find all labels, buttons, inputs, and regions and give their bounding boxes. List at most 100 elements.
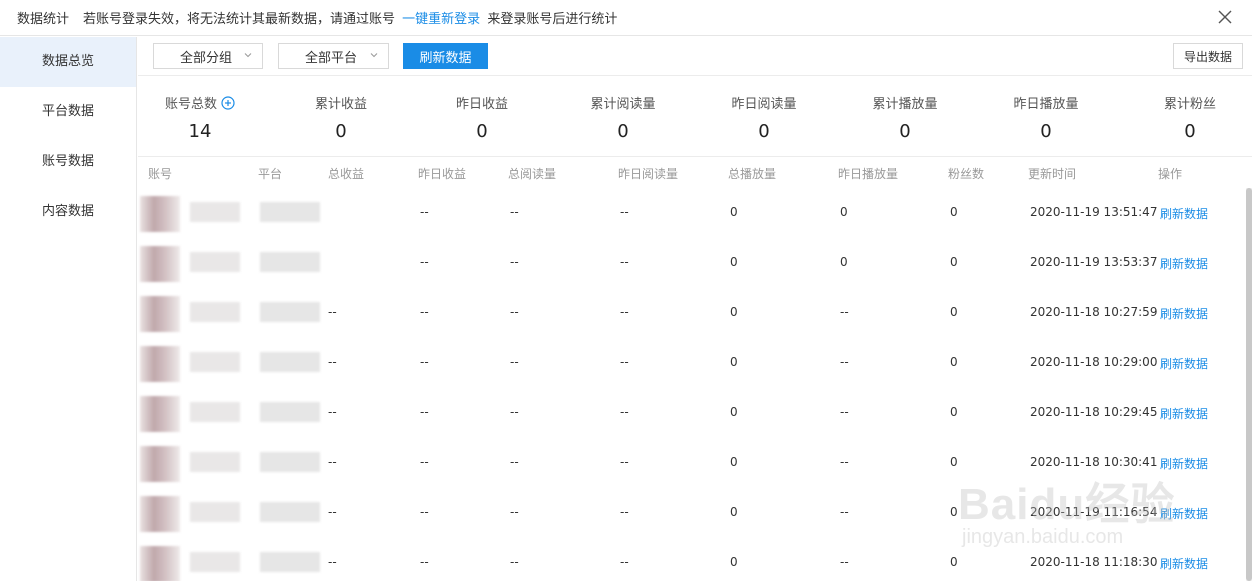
cell-yesterday-income: --: [420, 455, 429, 469]
stat-value: 14: [188, 121, 212, 142]
avatar: [140, 396, 180, 432]
cell-yesterday-reads: --: [620, 255, 629, 269]
avatar: [140, 446, 180, 482]
col-account: 账号: [148, 167, 173, 181]
cell-yesterday-plays: --: [840, 455, 849, 469]
avatar: [140, 246, 180, 282]
cell-total-reads: --: [510, 405, 519, 419]
cell-updated: 2020-11-18 10:29:00: [1030, 355, 1158, 369]
platform-redacted: [260, 402, 320, 422]
account-name-redacted: [190, 352, 240, 372]
account-name-redacted: [190, 502, 240, 522]
col-action: 操作: [1158, 167, 1183, 181]
col-yesterday-plays: 昨日播放量: [838, 167, 899, 181]
toolbar: 全部分组 全部平台 刷新数据 导出数据: [138, 37, 1252, 76]
stat-value: 0: [617, 121, 629, 142]
cell-updated: 2020-11-19 13:53:37: [1030, 255, 1158, 269]
stat-label: 昨日收益: [455, 97, 508, 112]
sidebar-item-account[interactable]: 账号数据: [0, 137, 136, 187]
platform-redacted: [260, 202, 320, 222]
stat-label: 累计播放量: [872, 97, 938, 112]
stat-value: 0: [335, 121, 347, 142]
stat-label: 累计收益: [314, 97, 367, 112]
window-title: 数据统计: [17, 12, 70, 27]
avatar: [140, 346, 180, 382]
table-row: -- -- -- 0 0 0 2020-11-19 13:53:37 刷新数据: [138, 238, 1238, 288]
notice-suffix: 来登录账号后进行统计: [487, 12, 618, 27]
vertical-scrollbar[interactable]: [1246, 188, 1252, 581]
row-refresh-link[interactable]: 刷新数据: [1160, 355, 1208, 372]
cell-total-plays: 0: [730, 405, 738, 419]
avatar: [140, 496, 180, 532]
cell-total-reads: --: [510, 455, 519, 469]
avatar: [140, 546, 180, 581]
row-refresh-link[interactable]: 刷新数据: [1160, 405, 1208, 422]
login-notice: 若账号登录失效，将无法统计其最新数据，请通过账号 一键重新登录 来登录账号后进行…: [83, 8, 617, 27]
cell-yesterday-income: --: [420, 405, 429, 419]
cell-total-reads: --: [510, 355, 519, 369]
col-platform: 平台: [258, 167, 283, 181]
sidebar-item-overview[interactable]: 数据总览: [0, 37, 136, 87]
cell-fans: 0: [950, 505, 958, 519]
cell-updated: 2020-11-18 10:27:59: [1030, 305, 1158, 319]
relogin-link[interactable]: 一键重新登录: [402, 12, 480, 27]
col-fans: 粉丝数: [948, 167, 985, 181]
avatar: [140, 296, 180, 332]
stat-label: 昨日播放量: [1013, 97, 1079, 112]
refresh-data-button[interactable]: 刷新数据: [403, 43, 488, 69]
stat-value: 0: [1184, 121, 1196, 142]
platform-redacted: [260, 352, 320, 372]
cell-total-reads: --: [510, 205, 519, 219]
cell-total-plays: 0: [730, 455, 738, 469]
cell-yesterday-plays: --: [840, 355, 849, 369]
col-total-plays: 总播放量: [728, 167, 777, 181]
cell-total-plays: 0: [730, 305, 738, 319]
table-row: -- -- -- -- 0 -- 0 2020-11-19 11:16:54 刷…: [138, 488, 1238, 538]
stat-yesterday-income: 昨日收益 0: [422, 93, 542, 142]
stat-value: 0: [899, 121, 911, 142]
platform-select-value: 全部平台: [305, 50, 358, 66]
platform-redacted: [260, 252, 320, 272]
sidebar-item-platform[interactable]: 平台数据: [0, 87, 136, 137]
cell-total-plays: 0: [730, 555, 738, 569]
avatar: [140, 196, 180, 232]
row-refresh-link[interactable]: 刷新数据: [1160, 455, 1208, 472]
account-name-redacted: [190, 202, 240, 222]
cell-yesterday-plays: --: [840, 305, 849, 319]
stat-value: 0: [476, 121, 488, 142]
cell-yesterday-plays: --: [840, 405, 849, 419]
stat-total-reads: 累计阅读量 0: [563, 93, 683, 142]
cell-updated: 2020-11-18 10:29:45: [1030, 405, 1158, 419]
cell-yesterday-income: --: [420, 205, 429, 219]
table-row: -- -- -- -- 0 -- 0 2020-11-18 10:29:00 刷…: [138, 338, 1238, 388]
cell-yesterday-income: --: [420, 505, 429, 519]
add-account-icon[interactable]: [221, 95, 235, 110]
cell-fans: 0: [950, 555, 958, 569]
platform-select[interactable]: 全部平台: [278, 43, 389, 69]
cell-yesterday-plays: --: [840, 505, 849, 519]
close-icon[interactable]: [1216, 8, 1234, 26]
row-refresh-link[interactable]: 刷新数据: [1160, 205, 1208, 222]
platform-redacted: [260, 502, 320, 522]
cell-yesterday-plays: 0: [840, 255, 848, 269]
account-name-redacted: [190, 402, 240, 422]
cell-fans: 0: [950, 205, 958, 219]
scrollbar-thumb[interactable]: [1246, 188, 1252, 581]
row-refresh-link[interactable]: 刷新数据: [1160, 305, 1208, 322]
row-refresh-link[interactable]: 刷新数据: [1160, 255, 1208, 272]
export-data-button[interactable]: 导出数据: [1173, 43, 1243, 69]
row-refresh-link[interactable]: 刷新数据: [1160, 555, 1208, 572]
cell-fans: 0: [950, 355, 958, 369]
cell-total-income: --: [328, 305, 337, 319]
cell-yesterday-income: --: [420, 555, 429, 569]
notice-prefix: 若账号登录失效，将无法统计其最新数据，请通过账号: [83, 12, 396, 27]
stat-yesterday-plays: 昨日播放量 0: [986, 93, 1106, 142]
col-yesterday-income: 昨日收益: [418, 167, 467, 181]
cell-yesterday-income: --: [420, 255, 429, 269]
sidebar: 数据总览 平台数据 账号数据 内容数据: [0, 37, 137, 581]
sidebar-item-content[interactable]: 内容数据: [0, 187, 136, 237]
row-refresh-link[interactable]: 刷新数据: [1160, 505, 1208, 522]
group-select[interactable]: 全部分组: [153, 43, 263, 69]
stats-summary: 账号总数 14 累计收益 0 昨日收益 0 累计阅读量 0 昨日阅读量 0 累计…: [138, 77, 1252, 157]
cell-updated: 2020-11-18 11:18:30: [1030, 555, 1158, 569]
